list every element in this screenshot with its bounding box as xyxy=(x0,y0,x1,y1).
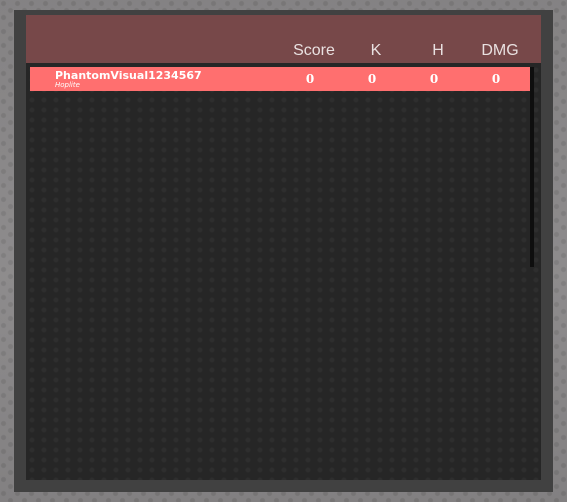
column-header-score: Score xyxy=(293,42,335,59)
player-row: PhantomVisual1234567 Hoplite 0 0 0 0 xyxy=(30,67,530,91)
column-header-headshots: H xyxy=(432,42,444,59)
scoreboard-header: Score K H DMG xyxy=(26,15,541,63)
player-kills: 0 xyxy=(367,72,377,86)
player-class: Hoplite xyxy=(55,81,80,89)
player-damage: 0 xyxy=(491,72,501,86)
player-score: 0 xyxy=(305,72,315,86)
scoreboard-panel: Score K H DMG PhantomVisual1234567 Hopli… xyxy=(14,10,553,492)
player-headshots: 0 xyxy=(429,72,439,86)
column-header-kills: K xyxy=(370,42,382,59)
column-header-damage: DMG xyxy=(481,42,519,59)
scoreboard-scrollbar[interactable] xyxy=(530,67,534,267)
